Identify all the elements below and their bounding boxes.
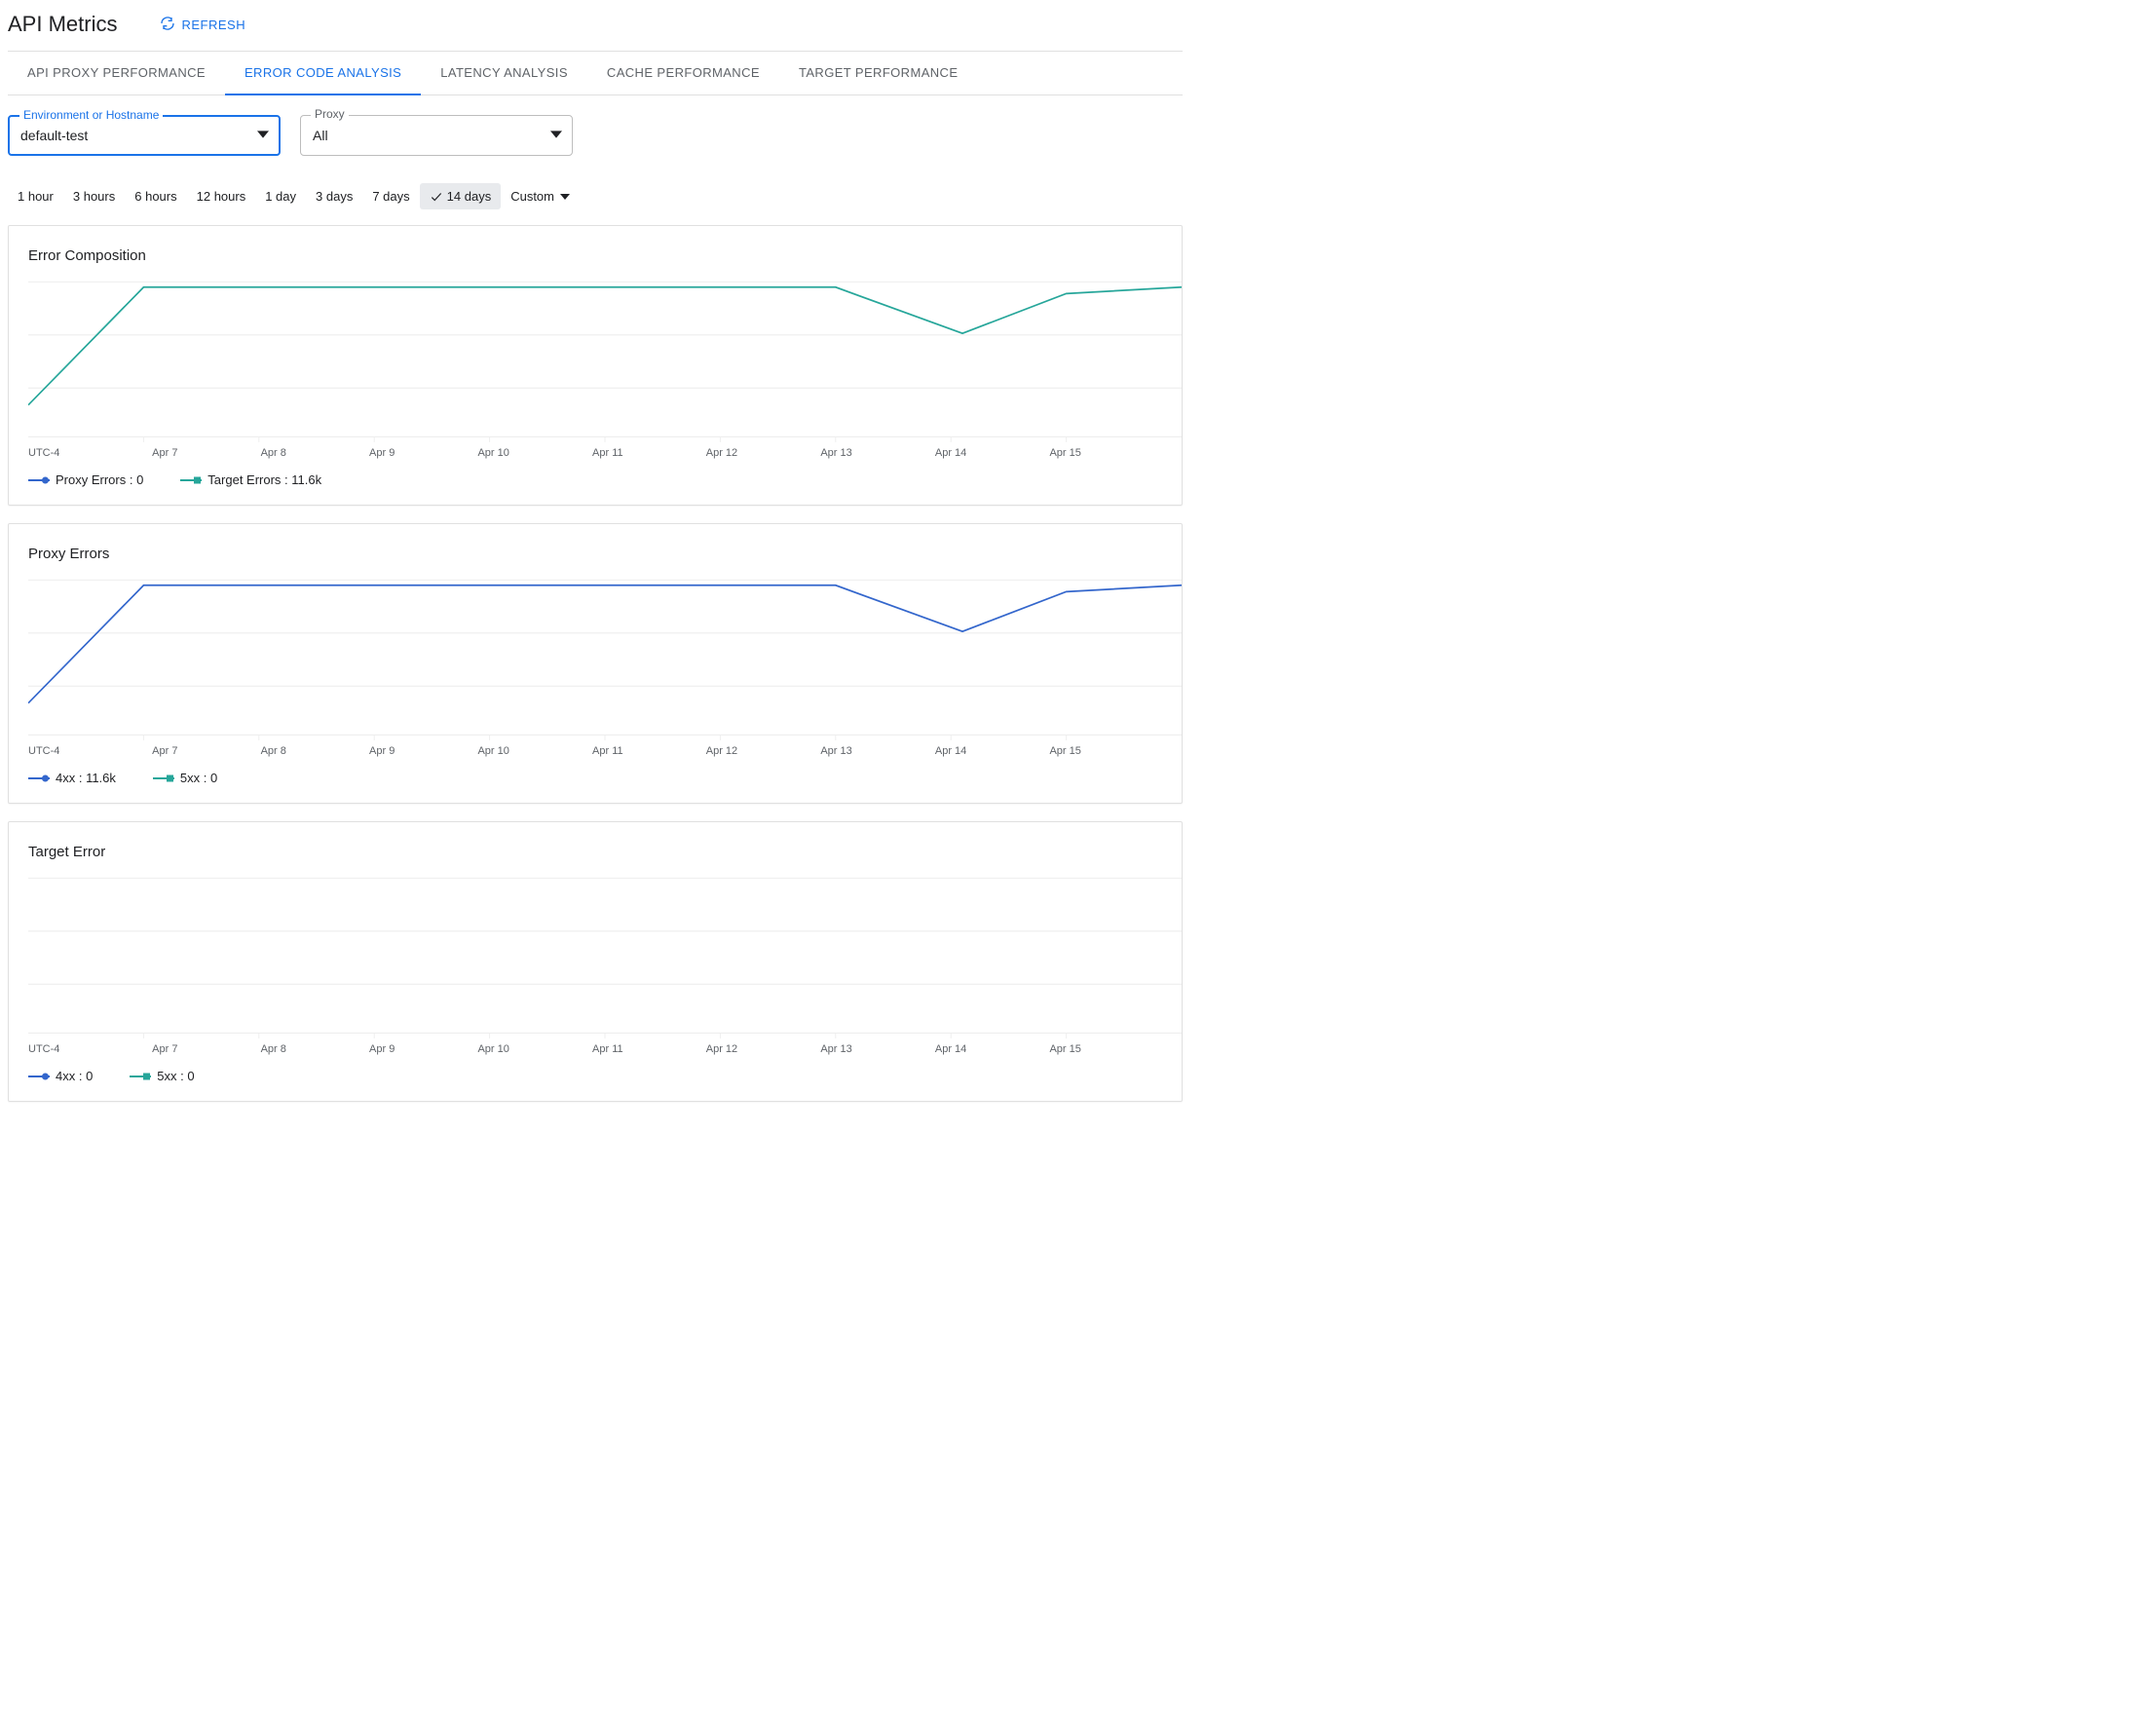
x-tick-label: Apr 14 [935,745,966,757]
x-tick-label: Apr 13 [820,745,851,757]
range-12-hours[interactable]: 12 hours [187,183,256,209]
x-tick-label: Apr 8 [261,1043,286,1055]
caret-down-icon [560,194,570,200]
chart-card: Error Composition UTC-4 Apr 7 Apr 8 Apr 9 Ap… [8,225,1183,506]
legend-label: Target Errors : 11.6k [207,472,321,487]
chart-card: Target Error UTC-4 Apr 7 Apr 8 Apr 9 Apr 10 A… [8,821,1183,1102]
chart-legend: Proxy Errors : 0 Target Errors : 11.6k [28,472,1182,487]
legend-marker-icon [130,1072,151,1081]
check-icon [430,190,443,204]
x-tick-label: Apr 13 [820,1043,851,1055]
x-tick-label: Apr 10 [477,447,508,459]
x-tick-label: Apr 11 [592,447,623,459]
range-14-days-label: 14 days [447,189,492,204]
range-3-hours[interactable]: 3 hours [63,183,125,209]
chart-legend: 4xx : 0 5xx : 0 [28,1069,1182,1083]
x-tick-label: Apr 7 [152,447,177,459]
x-axis-labels: UTC-4 Apr 7 Apr 8 Apr 9 Apr 10 Apr 11 Apr 12 Ap… [28,1043,1182,1055]
x-tick-label: Apr 11 [592,745,623,757]
tab-cache-performance[interactable]: CACHE PERFORMANCE [587,52,779,94]
environment-select-label: Environment or Hostname [19,108,163,122]
range-1-day[interactable]: 1 day [255,183,306,209]
x-tick-label: Apr 8 [261,745,286,757]
caret-down-icon [550,128,562,143]
range-custom[interactable]: Custom [501,183,580,209]
range-14-days[interactable]: 14 days [420,183,502,209]
caret-down-icon [257,128,269,143]
chart-area[interactable] [28,576,1182,741]
x-tick-label: Apr 12 [706,745,737,757]
refresh-label: REFRESH [181,18,245,32]
range-custom-label: Custom [510,189,554,204]
x-tick-label: Apr 10 [477,745,508,757]
x-tick-label: Apr 9 [369,447,395,459]
x-tick-label: Apr 13 [820,447,851,459]
legend-item[interactable]: Target Errors : 11.6k [180,472,321,487]
x-tick-label: Apr 9 [369,1043,395,1055]
proxy-select[interactable]: Proxy All [300,115,573,156]
x-tick-label: Apr 7 [152,745,177,757]
x-axis-labels: UTC-4 Apr 7 Apr 8 Apr 9 Apr 10 Apr 11 Apr 12 Ap… [28,447,1182,459]
legend-label: 5xx : 0 [180,771,217,785]
range-3-days[interactable]: 3 days [306,183,362,209]
time-range: 1 hour 3 hours 6 hours 12 hours 1 day 3 … [8,164,1183,225]
x-tick-label: Apr 14 [935,1043,966,1055]
chart-area[interactable] [28,874,1182,1039]
x-tick-label: Apr 14 [935,447,966,459]
chart-area[interactable] [28,278,1182,443]
legend-marker-icon [153,774,174,783]
proxy-select-value: All [313,128,328,143]
x-tick-label: Apr 12 [706,447,737,459]
x-tick-label: Apr 10 [477,1043,508,1055]
legend-label: Proxy Errors : 0 [56,472,143,487]
x-tick-label: Apr 15 [1049,745,1080,757]
tab-error-code-analysis[interactable]: ERROR CODE ANALYSIS [225,52,421,95]
tabs: API PROXY PERFORMANCE ERROR CODE ANALYSI… [8,51,1183,95]
legend-item[interactable]: 5xx : 0 [130,1069,194,1083]
refresh-button[interactable]: REFRESH [160,16,245,34]
x-tick-label: Apr 15 [1049,447,1080,459]
legend-label: 4xx : 0 [56,1069,93,1083]
environment-select-value: default-test [20,128,88,143]
environment-select[interactable]: Environment or Hostname default-test [8,115,281,156]
tab-api-proxy-performance[interactable]: API PROXY PERFORMANCE [8,52,225,94]
refresh-icon [160,16,175,34]
legend-marker-icon [28,475,50,485]
chart-legend: 4xx : 11.6k 5xx : 0 [28,771,1182,785]
legend-item[interactable]: 4xx : 11.6k [28,771,116,785]
legend-marker-icon [28,1072,50,1081]
range-1-hour[interactable]: 1 hour [8,183,63,209]
x-tick-label: Apr 11 [592,1043,623,1055]
tab-latency-analysis[interactable]: LATENCY ANALYSIS [421,52,587,94]
legend-marker-icon [28,774,50,783]
chart-title: Proxy Errors [28,546,1182,562]
x-tick-label: Apr 15 [1049,1043,1080,1055]
proxy-select-label: Proxy [311,107,349,121]
legend-label: 4xx : 11.6k [56,771,116,785]
legend-marker-icon [180,475,202,485]
x-tick-label: Apr 12 [706,1043,737,1055]
range-6-hours[interactable]: 6 hours [125,183,186,209]
legend-item[interactable]: 5xx : 0 [153,771,217,785]
chart-card: Proxy Errors UTC-4 Apr 7 Apr 8 Apr 9 Apr 10 A… [8,523,1183,804]
page-title: API Metrics [8,12,117,37]
chart-title: Target Error [28,844,1182,860]
x-axis-tz: UTC-4 [28,745,69,757]
x-axis-tz: UTC-4 [28,447,69,459]
legend-label: 5xx : 0 [157,1069,194,1083]
legend-item[interactable]: Proxy Errors : 0 [28,472,143,487]
x-tick-label: Apr 8 [261,447,286,459]
x-axis-labels: UTC-4 Apr 7 Apr 8 Apr 9 Apr 10 Apr 11 Apr 12 Ap… [28,745,1182,757]
x-tick-label: Apr 9 [369,745,395,757]
x-tick-label: Apr 7 [152,1043,177,1055]
legend-item[interactable]: 4xx : 0 [28,1069,93,1083]
chart-title: Error Composition [28,247,1182,264]
tab-target-performance[interactable]: TARGET PERFORMANCE [779,52,977,94]
x-axis-tz: UTC-4 [28,1043,69,1055]
range-7-days[interactable]: 7 days [362,183,419,209]
